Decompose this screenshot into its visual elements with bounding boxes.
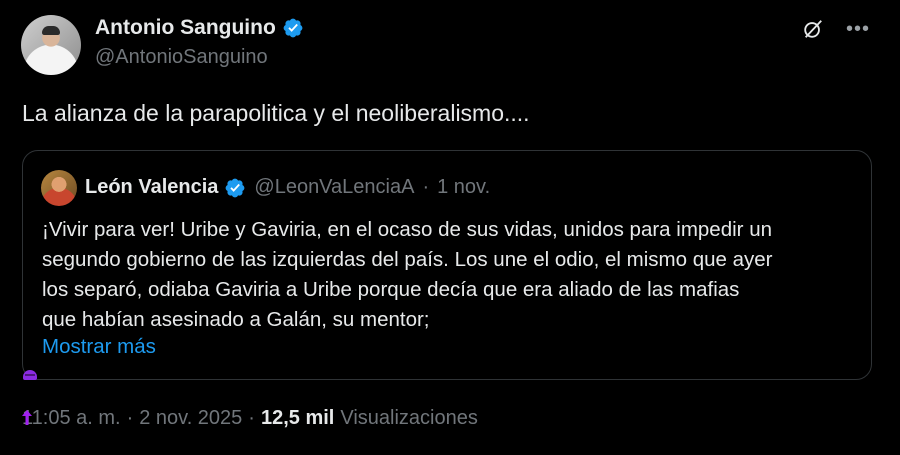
quoted-tweet[interactable]: León Valencia @LeonVaLenciaA · 1 nov. ¡V… bbox=[22, 150, 872, 380]
metadata-separator: · bbox=[248, 407, 255, 429]
quote-text-line: que habían asesinado a Galán, su mentor; bbox=[42, 308, 430, 331]
quote-header: León Valencia @LeonVaLenciaA · 1 nov. bbox=[85, 176, 490, 199]
quote-author-name[interactable]: León Valencia bbox=[85, 176, 218, 199]
quote-separator: · bbox=[422, 176, 430, 198]
verified-badge-icon bbox=[224, 177, 246, 199]
quote-text-line: ¡Vivir para ver! Uribe y Gaviria, en el … bbox=[42, 218, 772, 241]
metadata-separator: · bbox=[126, 407, 134, 429]
quote-text-line: segundo gobierno de las izquierdas del p… bbox=[42, 248, 773, 271]
cursor-arrow-icon bbox=[22, 410, 32, 425]
tweet-time[interactable]: 11:05 a. m. bbox=[22, 407, 121, 430]
quote-author-avatar[interactable] bbox=[41, 170, 77, 206]
grok-icon[interactable] bbox=[802, 18, 824, 40]
tweet-date[interactable]: 2 nov. 2025 bbox=[139, 407, 242, 430]
more-options-icon[interactable]: ••• bbox=[846, 18, 870, 40]
show-more-link[interactable]: Mostrar más bbox=[42, 335, 156, 359]
reaction-marker-icon bbox=[23, 370, 37, 380]
author-block: Antonio Sanguino @AntonioSanguino bbox=[95, 16, 304, 69]
quote-text: ¡Vivir para ver! Uribe y Gaviria, en el … bbox=[42, 215, 862, 335]
views-count: 12,5 mil bbox=[260, 407, 335, 429]
author-handle[interactable]: @AntonioSanguino bbox=[95, 46, 304, 69]
quote-date[interactable]: 1 nov. bbox=[437, 176, 490, 199]
tweet-metadata: 11:05 a. m. · 2 nov. 2025 · 12,5 mil Vis… bbox=[22, 407, 478, 430]
verified-badge-icon[interactable] bbox=[282, 17, 304, 39]
views-label: Visualizaciones bbox=[340, 407, 478, 429]
quote-author-handle: @LeonVaLenciaA bbox=[254, 176, 415, 198]
author-avatar[interactable] bbox=[21, 15, 81, 75]
tweet-text: La alianza de la parapolitica y el neoli… bbox=[22, 100, 530, 126]
author-name[interactable]: Antonio Sanguino bbox=[95, 16, 276, 40]
top-actions: ••• bbox=[802, 18, 870, 40]
quote-text-line: los separó, odiaba Gaviria a Uribe porqu… bbox=[42, 278, 740, 301]
